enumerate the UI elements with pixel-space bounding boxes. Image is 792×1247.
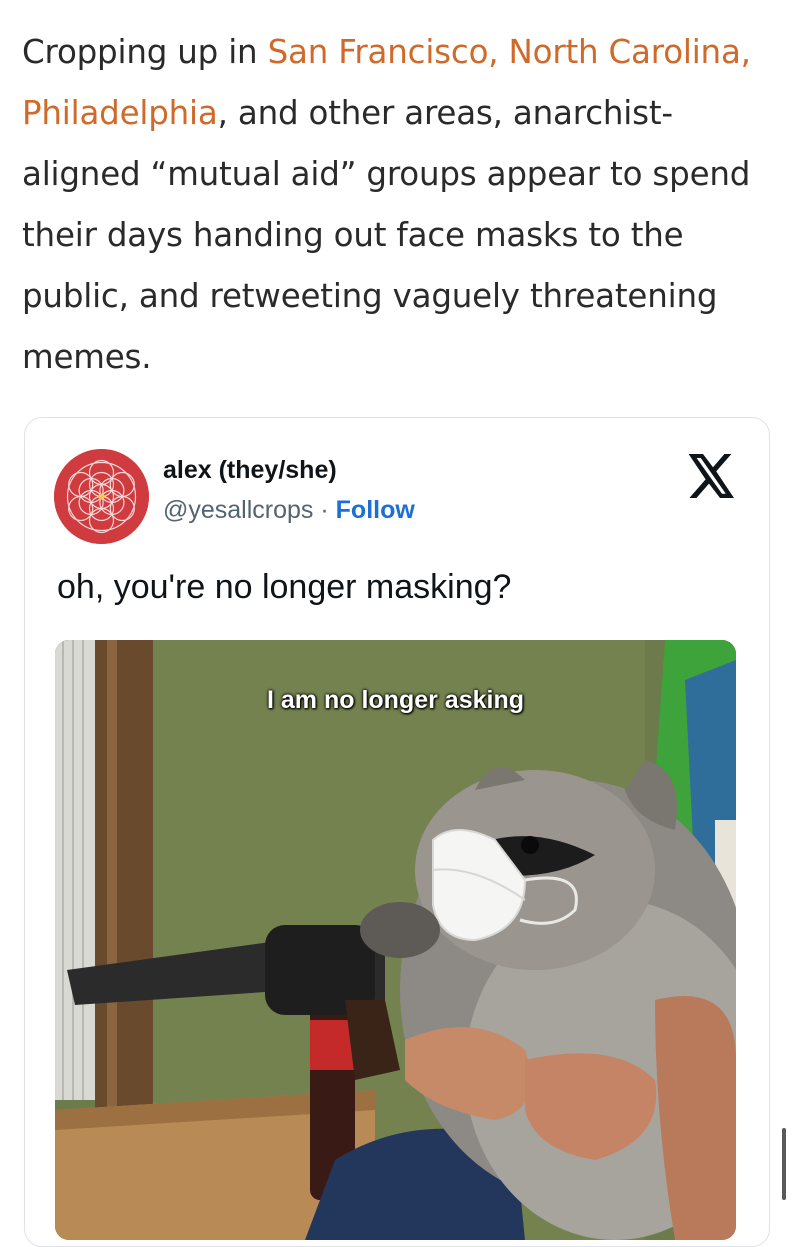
article-text: , and other areas, anarchist-aligned “mu…	[22, 94, 751, 376]
article-paragraph: Cropping up in San Francisco, North Caro…	[22, 22, 772, 388]
raccoon-with-mask-and-gun-photo	[55, 640, 736, 1240]
tweet-media-image[interactable]: I am no longer asking	[55, 640, 736, 1240]
tweet-author-name[interactable]: alex (they/she)	[163, 456, 337, 485]
page-scrollbar[interactable]	[782, 1128, 786, 1200]
meme-caption: I am no longer asking	[267, 686, 524, 714]
handle-separator: ·	[313, 496, 336, 524]
tweet-author-handle[interactable]: @yesallcrops	[163, 496, 313, 524]
article-intro: Cropping up in	[22, 33, 268, 71]
tweet-author-handle-row: @yesallcrops · Follow	[163, 496, 415, 525]
avatar[interactable]	[54, 449, 149, 544]
x-logo-icon[interactable]	[688, 454, 736, 498]
tweet-text: oh, you're no longer masking?	[57, 568, 512, 606]
embedded-tweet-card[interactable]: alex (they/she) @yesallcrops · Follow oh…	[24, 417, 770, 1247]
follow-link[interactable]: Follow	[336, 496, 415, 524]
mandala-avatar-icon	[54, 449, 149, 544]
